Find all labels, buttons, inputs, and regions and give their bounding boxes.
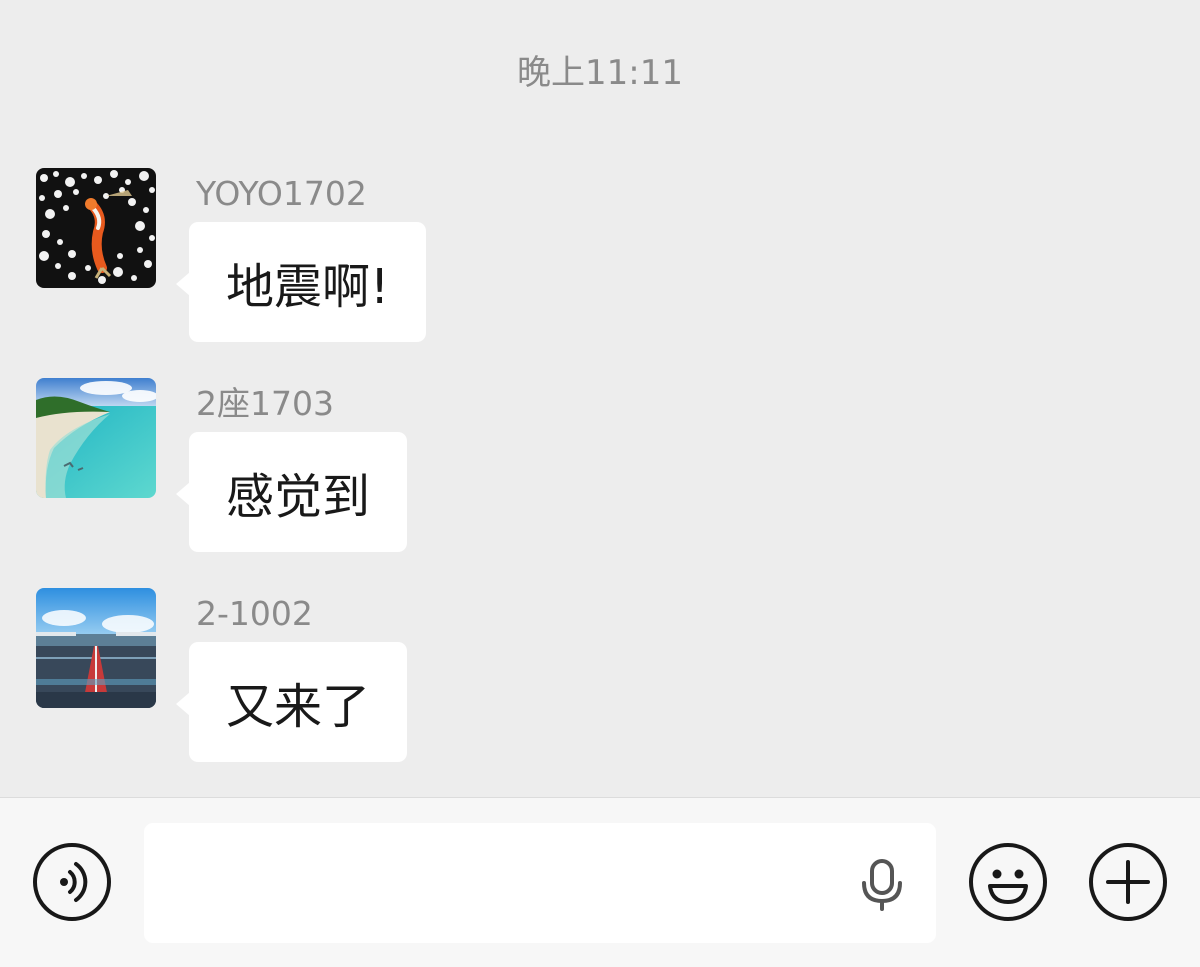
message-timestamp: 晚上11:11 (517, 53, 683, 93)
message-row: 2座1703 感觉到 (36, 378, 1136, 553)
sender-name: 2座1703 (196, 384, 334, 423)
chat-input-bar (0, 797, 1200, 967)
koi-fish-avatar-image (36, 168, 156, 288)
microphone-icon (862, 859, 902, 911)
voice-input-button[interactable] (858, 859, 906, 911)
avatar[interactable] (36, 378, 156, 498)
sender-name: YOYO1702 (196, 174, 367, 213)
message-bubble[interactable]: 感觉到 (175, 432, 408, 552)
voice-icon (33, 843, 111, 921)
race-track-avatar-image (36, 588, 156, 708)
sender-name: 2-1002 (196, 594, 313, 633)
emoji-icon (969, 843, 1047, 921)
message-row: 2-1002 又来了 (36, 588, 1136, 763)
beach-avatar-image (36, 378, 156, 498)
message-input[interactable] (164, 843, 848, 925)
message-bubble[interactable]: 地震啊! (175, 222, 427, 342)
avatar[interactable] (36, 588, 156, 708)
avatar[interactable] (36, 168, 156, 288)
emoji-button[interactable] (968, 842, 1048, 922)
message-input-field[interactable] (144, 823, 936, 943)
chat-screen: 晚上11:11 YOYO1702 地震啊! 2座1703 感觉到 2-1002 … (0, 0, 1200, 967)
message-bubble[interactable]: 又来了 (175, 642, 408, 762)
voice-mode-button[interactable] (32, 842, 112, 922)
message-row: YOYO1702 地震啊! (36, 168, 1136, 343)
plus-icon (1089, 843, 1167, 921)
more-actions-button[interactable] (1088, 842, 1168, 922)
